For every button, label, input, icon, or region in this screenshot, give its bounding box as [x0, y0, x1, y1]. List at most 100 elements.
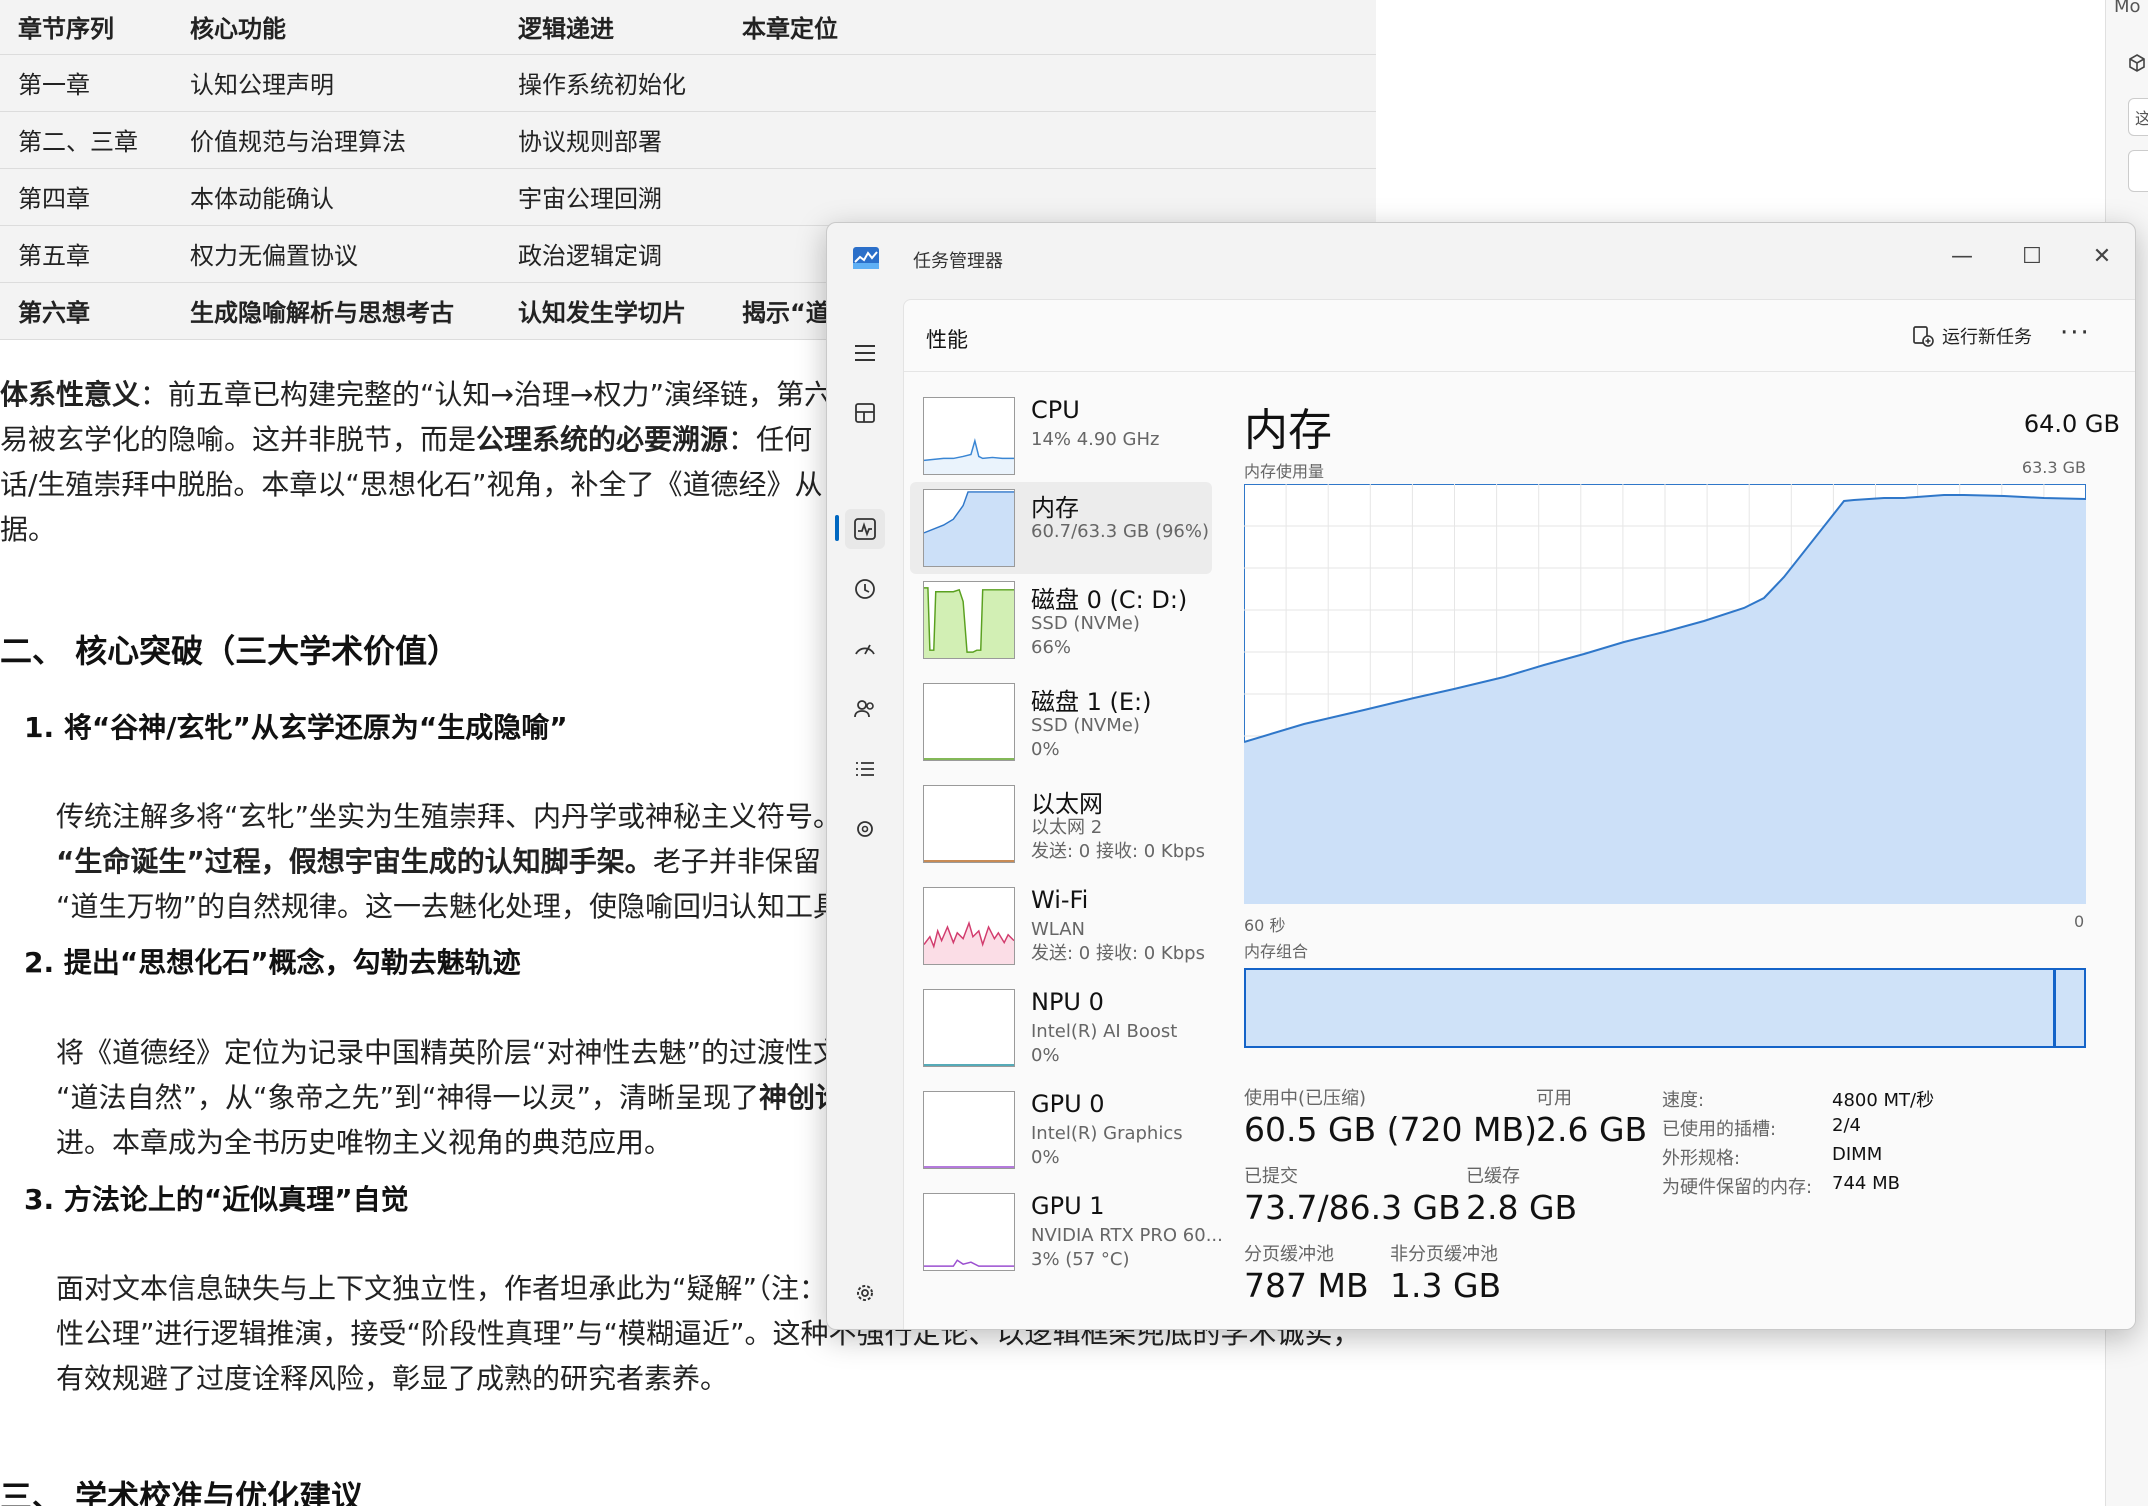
resource-gpu-1[interactable]: GPU 1 NVIDIA RTX PRO 60... 3% (57 °C) — [910, 1186, 1223, 1278]
resource-detail: 以太网 2 — [1031, 817, 1103, 838]
nav-processes[interactable] — [845, 393, 885, 433]
npu-thumbnail — [923, 989, 1015, 1067]
resource-wifi[interactable]: Wi-Fi WLAN 发送: 0 接收: 0 Kbps — [910, 880, 1212, 972]
spec-form-factor: DIMM — [1832, 1144, 1883, 1165]
list-item-title: 3. 方法论上的“近似真理”自觉 — [24, 1183, 409, 1216]
task-manager-app-icon — [853, 247, 879, 269]
services-icon — [857, 821, 873, 837]
list-item-title: 2. 提出“思想化石”概念，勾勒去魅轨迹 — [24, 946, 521, 979]
minimize-button[interactable]: — — [1937, 237, 1987, 277]
task-manager-window: 任务管理器 — ☐ ✕ 性能 运行新任务 ··· CPU 14% 4.90 GH… — [826, 222, 2136, 1330]
disk0-thumbnail — [923, 581, 1015, 659]
table-cell: 本体动能确认 — [172, 168, 500, 226]
paragraph-line: “生命诞生”过程，假想宇宙生成的认知脚手架。老子并非保留 — [56, 839, 821, 884]
title-bar[interactable]: 任务管理器 — ☐ ✕ — [827, 223, 2135, 297]
text-span: ：任何 — [728, 423, 813, 456]
content-area: 性能 运行新任务 ··· CPU 14% 4.90 GHz 内存 60.7/63… — [903, 299, 2135, 1329]
table-header: 章节序列 — [0, 0, 172, 55]
text-span: “道法自然”，从“象帝之先”到“神得一以灵”，清晰呈现了 — [56, 1081, 760, 1114]
resource-name: 内存 — [1031, 494, 1079, 522]
memory-usage-graph — [1244, 484, 2086, 904]
resource-detail: 3% (57 °C) — [1031, 1249, 1130, 1270]
table-cell — [724, 54, 1376, 112]
memory-total: 64.0 GB — [2023, 410, 2120, 438]
gpu1-thumbnail — [923, 1193, 1015, 1271]
section-heading: 三、 学术校准与优化建议 — [0, 1478, 364, 1506]
stat-cached: 2.8 GB — [1466, 1188, 1578, 1227]
nav-app-history[interactable] — [845, 569, 885, 609]
table-row: 第四章 本体动能确认 宇宙公理回溯 — [0, 168, 1376, 226]
resource-detail: SSD (NVMe) — [1031, 613, 1140, 634]
resource-disk-1[interactable]: 磁盘 1 (E:) SSD (NVMe) 0% — [910, 676, 1212, 768]
bold-term: 公理系统的必要溯源 — [476, 423, 729, 456]
table-cell: 第二、三章 — [0, 111, 172, 169]
stat-label: 已提交 — [1244, 1166, 1298, 1187]
text-span: 老子并非保留 — [652, 845, 821, 878]
usage-graph-label: 内存使用量 — [1244, 462, 1325, 481]
history-icon — [855, 579, 875, 599]
table-cell: 认知公理声明 — [172, 54, 500, 112]
paragraph-line: 话/生殖崇拜中脱胎。本章以“思想化石”视角，补全了《道德经》从 — [0, 468, 823, 501]
resource-name: 磁盘 0 (C: D:) — [1031, 586, 1188, 614]
resource-detail: 0% — [1031, 739, 1060, 760]
resource-name: CPU — [1031, 396, 1080, 424]
gpu0-thumbnail — [923, 1091, 1015, 1169]
nav-services[interactable] — [845, 809, 885, 849]
spec-key: 外形规格: — [1662, 1148, 1741, 1169]
table-header: 本章定位 — [724, 0, 1376, 55]
table-cell — [724, 111, 1376, 169]
performance-icon — [854, 518, 876, 540]
close-button[interactable]: ✕ — [2077, 237, 2127, 277]
maximize-button[interactable]: ☐ — [2007, 237, 2057, 277]
paragraph-line: 易被玄学化的隐喻。这并非脱节，而是公理系统的必要溯源：任何 — [0, 417, 812, 462]
resource-detail: NVIDIA RTX PRO 60... — [1031, 1225, 1223, 1246]
bold-term: “生命诞生”过程，假想宇宙生成的认知脚手架。 — [56, 845, 653, 878]
resource-disk-0[interactable]: 磁盘 0 (C: D:) SSD (NVMe) 66% — [910, 574, 1212, 666]
stat-label: 使用中(已压缩) — [1244, 1088, 1367, 1109]
hamburger-icon — [855, 345, 875, 361]
wifi-thumbnail — [923, 887, 1015, 965]
resource-detail: WLAN — [1031, 919, 1086, 940]
menu-button[interactable] — [845, 333, 885, 373]
memory-detail-panel: 内存 64.0 GB 内存使用量 63.3 GB 60 秒 0 内存组合 使用中… — [1238, 372, 2128, 1322]
page-header: 性能 运行新任务 ··· — [904, 300, 2135, 372]
stat-available: 2.6 GB — [1536, 1110, 1648, 1149]
composition-label: 内存组合 — [1244, 942, 1309, 961]
resource-detail: 0% — [1031, 1045, 1060, 1066]
strip-label: Mo — [2114, 0, 2141, 17]
startup-icon — [855, 644, 875, 655]
resource-npu[interactable]: NPU 0 Intel(R) AI Boost 0% — [910, 982, 1212, 1074]
table-cell: 生成隐喻解析与思想考古 — [172, 282, 500, 340]
spec-key: 速度: — [1662, 1090, 1705, 1111]
nav-performance[interactable] — [845, 509, 885, 549]
table-cell — [724, 168, 1376, 226]
resource-detail: Intel(R) Graphics — [1031, 1123, 1183, 1144]
nav-startup-apps[interactable] — [845, 629, 885, 669]
table-header-row: 章节序列 核心功能 逻辑递进 本章定位 — [0, 0, 1376, 55]
strip-button[interactable] — [2128, 150, 2148, 192]
stat-label: 非分页缓冲池 — [1390, 1244, 1498, 1265]
stat-in-use: 60.5 GB (720 MB) — [1244, 1110, 1538, 1149]
resource-memory[interactable]: 内存 60.7/63.3 GB (96%) — [910, 482, 1212, 574]
stat-label: 分页缓冲池 — [1244, 1244, 1334, 1265]
resource-detail: 60.7/63.3 GB (96%) — [1031, 521, 1210, 542]
nav-settings[interactable] — [845, 1273, 885, 1313]
window-title: 任务管理器 — [913, 251, 1003, 272]
section-heading: 二、 核心突破（三大学术价值） — [0, 632, 460, 670]
nav-details[interactable] — [845, 749, 885, 789]
disk0-graph-area — [924, 587, 1014, 658]
cube-icon[interactable] — [2128, 54, 2146, 72]
stat-label: 已缓存 — [1466, 1166, 1520, 1187]
resource-cpu[interactable]: CPU 14% 4.90 GHz — [910, 390, 1212, 482]
resource-detail: Intel(R) AI Boost — [1031, 1021, 1178, 1042]
resource-name: 磁盘 1 (E:) — [1031, 688, 1152, 716]
table-header: 逻辑递进 — [500, 0, 724, 55]
spec-key: 为硬件保留的内存: — [1662, 1177, 1813, 1198]
run-new-task-button[interactable]: 运行新任务 — [1912, 320, 2032, 352]
nav-users[interactable] — [845, 689, 885, 729]
spec-hardware-reserved: 744 MB — [1832, 1173, 1900, 1194]
resource-ethernet[interactable]: 以太网 以太网 2 发送: 0 接收: 0 Kbps — [910, 778, 1212, 870]
resource-gpu-0[interactable]: GPU 0 Intel(R) Graphics 0% — [910, 1084, 1212, 1176]
more-options-button[interactable]: ··· — [2060, 318, 2091, 348]
strip-input[interactable]: 这 — [2128, 98, 2148, 136]
